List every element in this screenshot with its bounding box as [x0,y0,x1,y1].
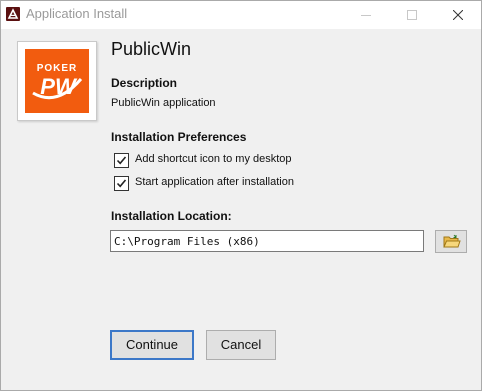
desktop-shortcut-checkbox[interactable] [114,153,129,168]
installation-path-field[interactable]: C:\Program Files (x86) [110,230,424,252]
install-dialog: Application Install POKER PW PublicWin D… [0,0,482,391]
logo-top-text: POKER [37,63,78,74]
window-title: Application Install [26,6,128,21]
preferences-heading: Installation Preferences [111,130,247,144]
maximize-icon [407,10,417,20]
desktop-shortcut-label[interactable]: Add shortcut icon to my desktop [135,153,292,165]
cancel-button[interactable]: Cancel [206,330,276,360]
title-bar[interactable]: Application Install [1,1,481,29]
app-logo-frame: POKER PW [17,41,97,121]
close-icon [453,10,463,20]
maximize-button[interactable] [389,1,435,29]
continue-button[interactable]: Continue [110,330,194,360]
minimize-icon [361,15,371,16]
close-button[interactable] [435,1,481,29]
app-name: PublicWin [111,39,192,59]
start-after-install-label[interactable]: Start application after installation [135,176,294,188]
minimize-button[interactable] [343,1,389,29]
adobe-air-app-icon [6,7,20,21]
folder-open-icon [443,234,461,248]
checkmark-icon [116,156,127,165]
poker-pw-logo: POKER PW [25,49,89,113]
start-after-install-checkbox[interactable] [114,176,129,191]
browse-folder-button[interactable] [435,230,467,253]
checkmark-icon [116,179,127,188]
logo-mark-text: PW [40,74,78,99]
description-text: PublicWin application [111,97,216,109]
installation-location-heading: Installation Location: [111,209,232,223]
description-heading: Description [111,76,178,90]
